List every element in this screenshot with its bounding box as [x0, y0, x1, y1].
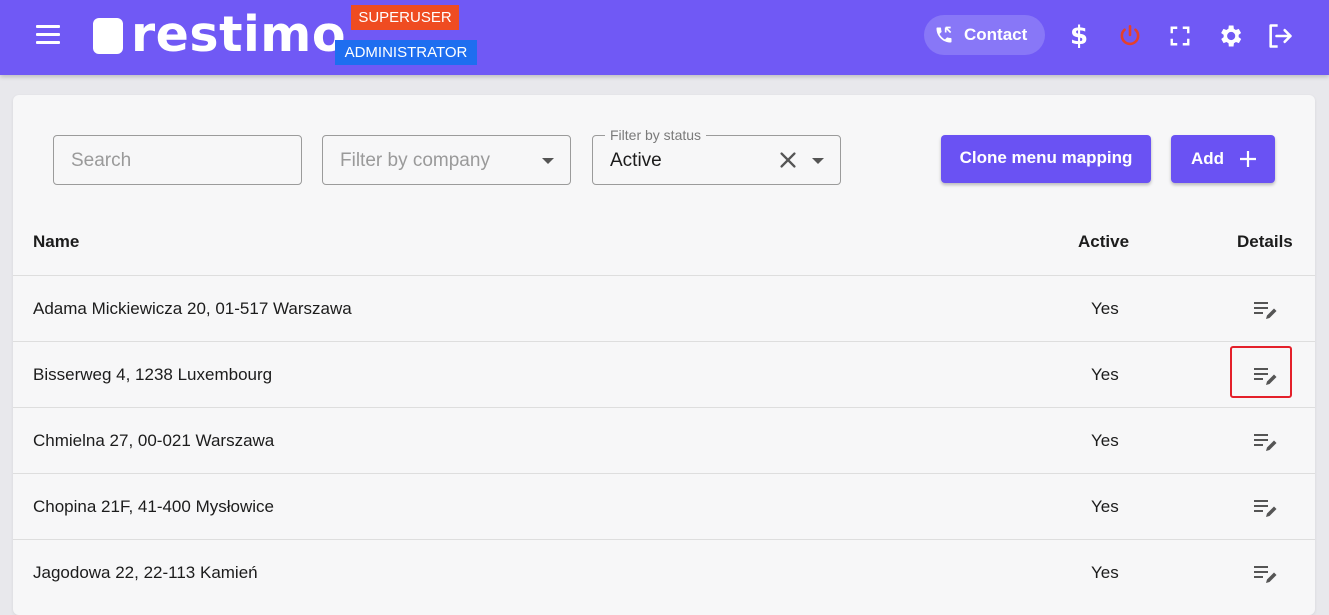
content-card: Search Filter by company Filter by statu… [13, 95, 1315, 615]
edit-details-icon[interactable] [1253, 563, 1279, 585]
edit-details-icon[interactable] [1253, 497, 1279, 519]
add-label: Add [1191, 149, 1225, 168]
column-header-name[interactable]: Name [33, 232, 79, 252]
company-filter-placeholder: Filter by company [340, 150, 490, 171]
contact-label: Contact [964, 25, 1028, 44]
phone-icon [936, 26, 952, 43]
plus-icon [1240, 151, 1256, 167]
row-name: Adama Mickiewicza 20, 01-517 Warszawa [33, 299, 352, 318]
add-button[interactable]: Add [1171, 135, 1275, 183]
superuser-badge: SUPERUSER [351, 5, 459, 30]
chevron-down-icon [812, 158, 824, 164]
edit-details-icon[interactable] [1253, 431, 1279, 453]
power-icon[interactable] [1115, 21, 1145, 51]
column-header-active[interactable]: Active [1078, 232, 1129, 252]
highlight-box [1230, 346, 1292, 398]
row-name: Bisserweg 4, 1238 Luxembourg [33, 365, 273, 384]
logo-mark [93, 18, 123, 54]
row-name: Jagodowa 22, 22-113 Kamień [33, 563, 258, 582]
row-active: Yes [1091, 497, 1119, 516]
dollar-icon[interactable]: $ [1064, 21, 1094, 51]
administrator-badge: ADMINISTRATOR [335, 40, 477, 65]
table-row[interactable]: Chopina 21F, 41-400 Mysłowice Yes [13, 473, 1315, 539]
search-placeholder: Search [71, 150, 132, 171]
logout-icon[interactable] [1265, 21, 1295, 51]
table-row[interactable]: Chmielna 27, 00-021 Warszawa Yes [13, 407, 1315, 473]
column-header-details: Details [1237, 232, 1293, 251]
edit-details-icon[interactable] [1253, 299, 1279, 321]
status-filter-value: Active [610, 150, 662, 171]
chevron-down-icon [542, 158, 554, 164]
table-row[interactable]: Bisserweg 4, 1238 Luxembourg Yes [13, 341, 1315, 407]
table-row[interactable]: Jagodowa 22, 22-113 Kamień Yes [13, 539, 1315, 605]
row-active: Yes [1091, 563, 1119, 582]
search-input[interactable]: Search [53, 135, 302, 185]
row-name: Chopina 21F, 41-400 Mysłowice [33, 497, 274, 516]
fullscreen-icon[interactable] [1165, 21, 1195, 51]
top-bar: restimo SUPERUSER ADMINISTRATOR Contact … [0, 0, 1329, 75]
clone-menu-mapping-button[interactable]: Clone menu mapping [941, 135, 1151, 183]
row-active: Yes [1091, 365, 1119, 384]
row-active: Yes [1091, 431, 1119, 450]
contact-button[interactable]: Contact [924, 15, 1045, 55]
logo-text: restimo [131, 6, 347, 63]
row-name: Chmielna 27, 00-021 Warszawa [33, 431, 275, 450]
status-filter-select[interactable]: Filter by status Active [592, 126, 841, 185]
menu-icon[interactable] [36, 25, 60, 45]
gear-icon[interactable] [1215, 21, 1245, 51]
clear-icon[interactable] [777, 149, 799, 171]
company-filter-select[interactable]: Filter by company [322, 135, 571, 185]
row-active: Yes [1091, 299, 1119, 318]
table-row[interactable]: Adama Mickiewicza 20, 01-517 Warszawa Ye… [13, 275, 1315, 341]
